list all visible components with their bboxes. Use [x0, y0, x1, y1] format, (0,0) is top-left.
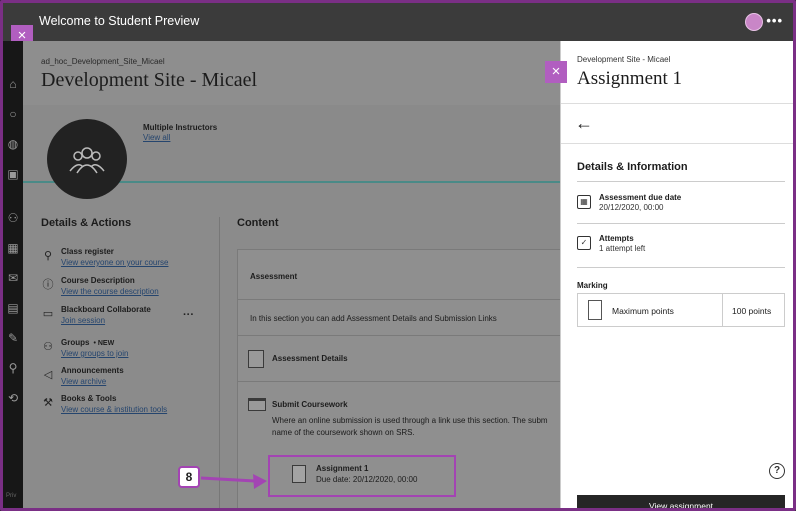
- view-tools-link[interactable]: View course & institution tools: [61, 405, 167, 414]
- panel-site-name: Development Site - Micael: [577, 55, 671, 64]
- preview-title: Welcome to Student Preview: [39, 14, 200, 28]
- calendar-icon: ▦: [577, 195, 591, 209]
- marking-type: Maximum points: [612, 306, 674, 316]
- attempts-row: ✓ Attempts 1 attempt left: [577, 234, 787, 264]
- grades-icon[interactable]: ▤: [6, 301, 20, 315]
- calendar-icon[interactable]: ▦: [6, 241, 20, 255]
- action-class-register[interactable]: ⚲ Class register View everyone on your c…: [41, 247, 216, 273]
- action-announcements[interactable]: ◁ Announcements View archive: [41, 366, 216, 392]
- back-arrow-icon[interactable]: ←: [575, 113, 593, 134]
- course-page: ad_hoc_Development_Site_Micael Developme…: [23, 41, 563, 508]
- collaborate-more-icon[interactable]: ···: [183, 309, 194, 321]
- assignment-panel: Development Site - Micael Assignment 1 ←…: [560, 41, 793, 508]
- course-id: ad_hoc_Development_Site_Micael: [41, 57, 165, 66]
- marking-points: 100 points: [732, 306, 772, 316]
- wrench-icon: ⚒: [43, 397, 53, 409]
- privacy-footer[interactable]: Priv: [6, 493, 16, 499]
- view-all-link[interactable]: View all: [143, 133, 170, 142]
- groups-icon[interactable]: ⚇: [6, 211, 20, 225]
- megaphone-icon: ◁: [43, 369, 53, 381]
- join-session-link[interactable]: Join session: [61, 316, 105, 325]
- section-line: [577, 181, 785, 182]
- marking-box: Maximum points 100 points: [577, 293, 785, 327]
- courses-icon[interactable]: ▣: [6, 167, 20, 181]
- callout-8: 8: [178, 466, 200, 488]
- assignment-1-item[interactable]: Assignment 1 Due date: 20/12/2020, 00:00: [268, 455, 456, 497]
- profile-icon[interactable]: ○: [6, 107, 20, 121]
- document-icon: [248, 350, 264, 368]
- panel-divider: [561, 143, 793, 144]
- assessment-details-row[interactable]: Assessment Details: [238, 336, 563, 382]
- tools-icon[interactable]: ✎: [6, 331, 20, 345]
- marking-separator: [722, 294, 723, 326]
- instructors-label: Multiple Instructors: [143, 123, 218, 132]
- new-badge: • NEW: [93, 340, 115, 347]
- people-icon[interactable]: ⚲: [6, 361, 20, 375]
- signout-icon[interactable]: ⟲: [6, 391, 20, 405]
- view-archive-link[interactable]: View archive: [61, 377, 106, 386]
- assignment-due-date: Due date: 20/12/2020, 00:00: [316, 475, 418, 484]
- action-groups[interactable]: ⚇ Groups • NEW View groups to join: [41, 338, 216, 364]
- groups-icon: ⚇: [43, 341, 53, 353]
- view-assignment-button[interactable]: View assignment: [577, 495, 785, 508]
- submit-description-line2: name of the coursework shown on SRS.: [272, 428, 415, 437]
- course-logo: [47, 119, 127, 199]
- submit-description: Where an online submission is used throu…: [272, 416, 548, 425]
- assignment-name: Assignment 1: [316, 464, 369, 473]
- help-icon[interactable]: ?: [769, 463, 785, 479]
- panel-divider: [561, 103, 793, 104]
- details-actions-heading: Details & Actions: [41, 217, 132, 229]
- column-divider: [219, 217, 220, 508]
- action-collaborate[interactable]: ▭ Blackboard Collaborate Join session ··…: [41, 305, 216, 331]
- window-frame: Welcome to Student Preview ••• × ⌂ ○ ◍ ▣…: [0, 0, 796, 511]
- course-title: Development Site - Micael: [41, 69, 258, 91]
- globe-icon[interactable]: ◍: [6, 137, 20, 151]
- view-everyone-link[interactable]: View everyone on your course: [61, 258, 168, 267]
- view-description-link[interactable]: View the course description: [61, 287, 159, 296]
- messages-icon[interactable]: ✉: [6, 271, 20, 285]
- content-heading: Content: [237, 217, 279, 229]
- action-course-description[interactable]: ⓘ Course Description View the course des…: [41, 276, 216, 302]
- due-date-row: ▦ Assessment due date 20/12/2020, 00:00: [577, 193, 787, 223]
- marking-label: Marking: [577, 281, 608, 290]
- assignment-document-icon: [292, 465, 306, 483]
- preview-topbar: Welcome to Student Preview •••: [3, 3, 793, 41]
- document-icon: [588, 300, 602, 320]
- section-line: [577, 223, 785, 224]
- institution-icon[interactable]: ⌂: [6, 77, 20, 91]
- close-panel-icon[interactable]: ×: [545, 61, 567, 83]
- more-menu-icon[interactable]: •••: [766, 13, 783, 28]
- checkbox-icon: ✓: [577, 236, 591, 250]
- people-icon: ⚲: [43, 250, 53, 262]
- section-line: [577, 267, 785, 268]
- collaborate-icon: ▭: [42, 308, 54, 320]
- folder-icon: [248, 398, 266, 411]
- side-nav: ⌂ ○ ◍ ▣ ⚇ ▦ ✉ ▤ ✎ ⚲ ⟲ Priv: [3, 41, 23, 508]
- intro-row: In this section you can add Assessment D…: [238, 300, 563, 336]
- action-books-tools[interactable]: ⚒ Books & Tools View course & institutio…: [41, 394, 216, 420]
- info-icon: ⓘ: [42, 279, 54, 291]
- view-groups-link[interactable]: View groups to join: [61, 349, 128, 358]
- panel-title: Assignment 1: [577, 68, 683, 89]
- avatar[interactable]: [745, 13, 763, 31]
- groups-logo-icon: [69, 147, 105, 174]
- assessment-folder-row[interactable]: Assessment: [238, 250, 563, 300]
- details-information-heading: Details & Information: [577, 161, 688, 173]
